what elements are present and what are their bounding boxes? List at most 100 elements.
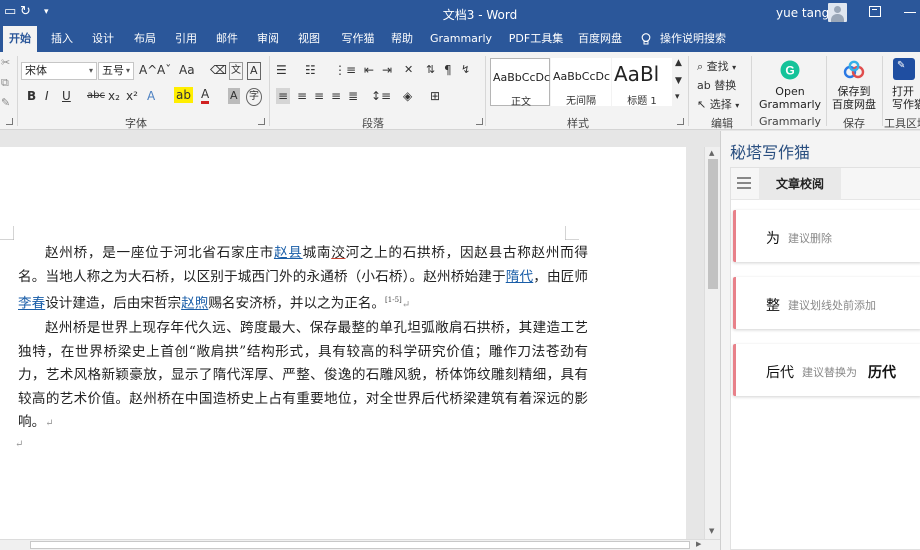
tab-article-review[interactable]: 文章校阅 — [759, 168, 841, 200]
increase-indent-icon[interactable]: ⇥ — [382, 62, 392, 78]
tab-insert[interactable]: 插入 — [45, 26, 79, 52]
underline-button[interactable]: U — [62, 88, 71, 104]
open-grammarly-button[interactable]: Open Grammarly — [757, 85, 823, 111]
superscript-button[interactable]: x² — [126, 88, 138, 104]
hyperlink-suidai[interactable]: 隋代 — [506, 269, 533, 285]
chinese-layout-icon[interactable]: ✕ — [404, 62, 413, 78]
find-button[interactable]: ⌕ 查找 ▾ — [697, 58, 736, 74]
tab-xiezuomao[interactable]: 写作猫 — [336, 26, 380, 52]
tab-layout[interactable]: 布局 — [128, 26, 162, 52]
borders-icon[interactable]: ⊞ — [430, 88, 440, 104]
group-styles-label: 样式 — [567, 117, 589, 130]
clear-formatting-icon[interactable]: ⌫ — [210, 62, 227, 78]
shading-icon[interactable]: ◈ — [403, 88, 412, 104]
suggestion-card[interactable]: 后代 建议替换为 历代 — [733, 344, 920, 396]
strikethrough-button[interactable]: abc — [87, 88, 105, 104]
tab-mailings[interactable]: 邮件 — [210, 26, 244, 52]
style-no-spacing[interactable]: AaBbCcDc 无间隔 — [551, 58, 611, 107]
scroll-down-icon[interactable]: ▼ — [709, 527, 714, 535]
tab-baidu-netdisk[interactable]: 百度网盘 — [574, 26, 626, 52]
change-case-icon[interactable]: Aa — [179, 62, 195, 78]
document-page[interactable]: 赵州桥，是一座位于河北省石家庄市赵县城南洨河之上的石拱桥，因赵县古称赵州而得名。… — [0, 147, 686, 539]
grow-font-icon[interactable]: A^ — [139, 62, 157, 78]
hyperlink-zhaoxian[interactable]: 赵县 — [274, 245, 303, 261]
copy-icon[interactable]: ⧉ — [1, 76, 9, 90]
format-painter-icon[interactable]: ✎ — [1, 96, 10, 109]
multilevel-list-icon[interactable]: ⋮≡ — [334, 62, 356, 78]
align-center-button[interactable]: ≡ — [297, 88, 307, 104]
styles-launcher-icon[interactable] — [677, 118, 684, 125]
paragraph-1[interactable]: 赵州桥，是一座位于河北省石家庄市赵县城南洨河之上的石拱桥，因赵县古称赵州而得名。… — [18, 242, 588, 317]
bold-button[interactable]: B — [27, 88, 36, 104]
highlight-color-icon[interactable]: ab — [174, 87, 193, 103]
document-body[interactable]: 赵州桥，是一座位于河北省石家庄市赵县城南洨河之上的石拱桥，因赵县古称赵州而得名。… — [15, 242, 588, 452]
scroll-right-icon[interactable]: ▶ — [696, 540, 701, 548]
font-name-combo[interactable]: 宋体 ▾ — [21, 62, 97, 80]
line-spacing-icon[interactable]: ↕≡ — [371, 88, 391, 104]
cut-icon[interactable]: ✂ — [1, 56, 10, 69]
user-name[interactable]: yue tang — [776, 6, 829, 20]
menu-icon[interactable] — [737, 177, 751, 189]
character-border-icon[interactable]: A — [247, 62, 261, 80]
italic-button[interactable]: I — [45, 88, 49, 104]
citation-ref[interactable]: [1-5] — [385, 296, 402, 304]
align-left-button[interactable]: ≡ — [276, 88, 291, 104]
tab-references[interactable]: 引用 — [169, 26, 203, 52]
align-right-button[interactable]: ≡ — [314, 88, 324, 104]
bullets-icon[interactable]: ☰ — [276, 62, 287, 78]
font-size-combo[interactable]: 五号 ▾ — [98, 62, 134, 80]
ribbon-display-options-icon[interactable] — [869, 6, 881, 17]
paragraph-launcher-icon[interactable] — [476, 118, 483, 125]
hyperlink-lichun[interactable]: 李春 — [18, 296, 45, 312]
show-marks-icon[interactable]: ¶ — [444, 62, 452, 78]
shrink-font-icon[interactable]: Aˇ — [157, 62, 171, 78]
text-run: 城南 — [302, 245, 332, 261]
justify-button[interactable]: ≡ — [331, 88, 341, 104]
grammarly-icon: G — [780, 60, 800, 80]
paragraph-2[interactable]: 赵州桥是世界上现存年代久远、跨度最大、保存最整的单孔坦弧敞肩石拱桥，其建造工艺独… — [18, 317, 588, 436]
tab-help[interactable]: 帮助 — [385, 26, 419, 52]
tab-home[interactable]: 开始 — [3, 26, 37, 52]
hyperlink-zhaoxu[interactable]: 赵煦 — [181, 296, 208, 312]
save-to-baidu-button[interactable]: 保存到 百度网盘 — [830, 85, 878, 111]
spelling-flag[interactable]: 洨 — [331, 245, 345, 261]
clipboard-launcher-icon[interactable] — [6, 118, 13, 125]
tab-grammarly[interactable]: Grammarly — [428, 26, 494, 52]
styles-scroll-down-icon[interactable]: ▼ — [675, 76, 682, 86]
open-xiezuomao-button[interactable]: 打开 写作猫 — [887, 85, 920, 111]
enclose-characters-icon[interactable]: 字 — [246, 88, 262, 106]
tab-review[interactable]: 审阅 — [251, 26, 285, 52]
tab-pdf-tools[interactable]: PDF工具集 — [503, 26, 569, 52]
phonetic-guide-icon[interactable]: 文 — [229, 62, 243, 80]
sort-icon[interactable]: ⇅ — [426, 62, 435, 78]
distributed-button[interactable]: ≣ — [348, 88, 358, 104]
styles-more-icon[interactable]: ▾ — [675, 92, 680, 102]
tab-view[interactable]: 视图 — [292, 26, 326, 52]
vertical-scrollbar[interactable]: ▲ ▼ — [704, 147, 720, 539]
suggestion-card[interactable]: 为 建议删除 — [733, 210, 920, 262]
minimize-button[interactable] — [904, 12, 916, 13]
horizontal-scroll-thumb[interactable] — [30, 541, 690, 549]
tab-design[interactable]: 设计 — [86, 26, 120, 52]
text-effects-icon[interactable]: A — [147, 88, 155, 104]
replace-label: 替换 — [714, 79, 737, 92]
suggestion-hint: 建议替换为 — [802, 366, 857, 379]
horizontal-scrollbar[interactable]: ▶ — [0, 539, 720, 550]
font-launcher-icon[interactable] — [258, 118, 265, 125]
avatar[interactable] — [828, 3, 847, 22]
decrease-indent-icon[interactable]: ⇤ — [364, 62, 374, 78]
subscript-button[interactable]: x₂ — [108, 88, 120, 104]
asian-typography-icon[interactable]: ↯ — [461, 62, 470, 78]
scroll-up-icon[interactable]: ▲ — [709, 149, 714, 157]
select-button[interactable]: ↖ 选择 ▾ — [697, 96, 739, 112]
replace-button[interactable]: ab 替换 — [697, 77, 736, 93]
style-normal[interactable]: AaBbCcDc 正文 — [490, 58, 550, 108]
styles-scroll-up-icon[interactable]: ▲ — [675, 58, 682, 68]
tell-me-search[interactable]: 操作说明搜索 — [660, 26, 728, 52]
style-heading-1[interactable]: AaBl 标题 1 — [612, 58, 672, 106]
font-color-icon[interactable]: A — [201, 88, 210, 104]
suggestion-card[interactable]: 整 建议划线处前添加 — [733, 277, 920, 329]
vertical-scroll-thumb[interactable] — [708, 159, 718, 289]
numbering-icon[interactable]: ☷ — [305, 62, 316, 78]
character-shading-icon[interactable]: A — [228, 88, 240, 104]
